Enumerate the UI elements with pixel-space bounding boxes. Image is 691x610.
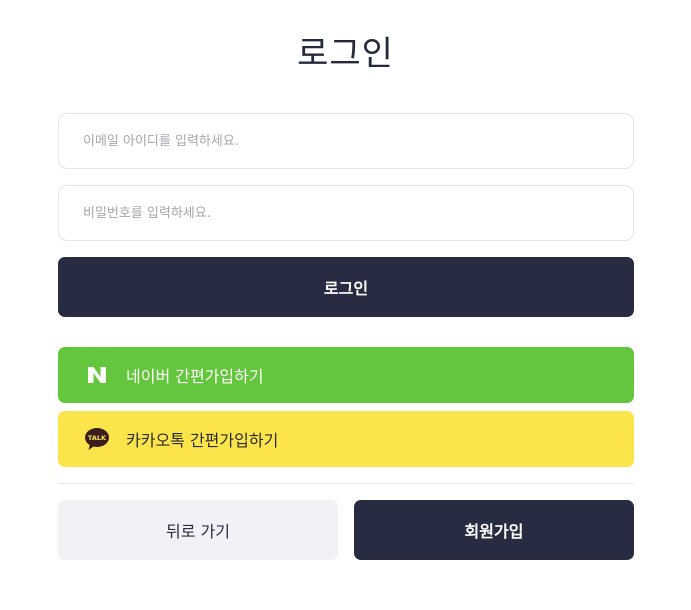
naver-signup-label: 네이버 간편가입하기 (126, 367, 264, 386)
divider (58, 483, 634, 484)
signup-button-label: 회원가입 (464, 522, 524, 541)
kakao-signup-button[interactable]: TALK 카카오톡 간편가입하기 (58, 411, 634, 467)
kakao-signup-label: 카카오톡 간편가입하기 (126, 431, 279, 450)
kakao-talk-icon: TALK (84, 426, 110, 452)
kakao-icon-text: TALK (88, 434, 107, 442)
signup-button[interactable]: 회원가입 (354, 500, 634, 560)
back-button[interactable]: 뒤로 가기 (58, 500, 338, 560)
naver-signup-button[interactable]: 네이버 간편가입하기 (58, 347, 634, 403)
email-field-container[interactable] (58, 113, 634, 169)
email-input[interactable] (59, 114, 633, 168)
password-input[interactable] (59, 186, 633, 240)
password-field-container[interactable] (58, 185, 634, 241)
login-button-label: 로그인 (323, 279, 369, 298)
login-button[interactable]: 로그인 (58, 257, 634, 317)
page-title: 로그인 (297, 34, 394, 74)
back-button-label: 뒤로 가기 (166, 522, 230, 541)
naver-n-icon (84, 362, 110, 388)
